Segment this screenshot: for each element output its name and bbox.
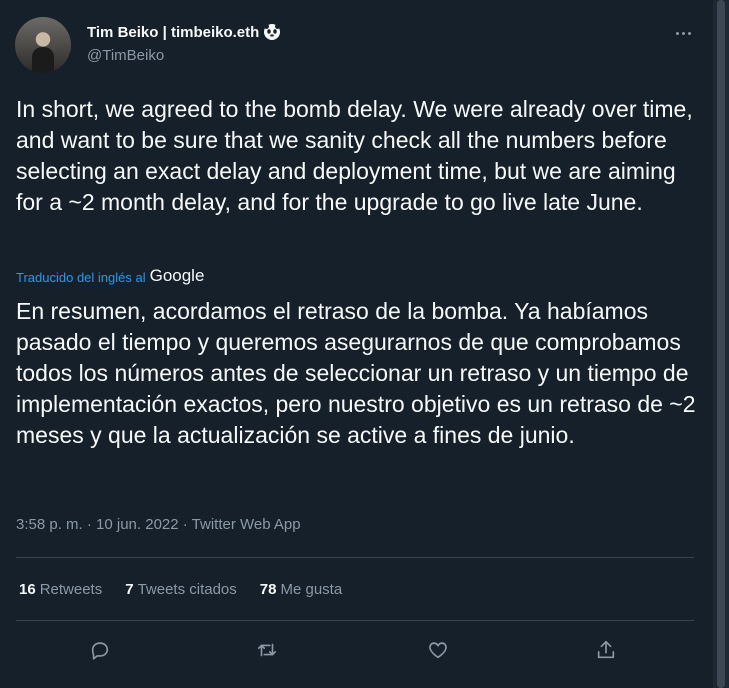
author-handle[interactable]: @TimBeiko [87, 47, 281, 64]
translated-text: En resumen, acordamos el retraso de la b… [16, 298, 696, 448]
retweets-stat[interactable]: 16 Retweets [19, 581, 102, 598]
retweet-icon [257, 643, 277, 657]
avatar[interactable] [15, 17, 71, 73]
translated-by[interactable]: Traducido del inglés al Google [16, 266, 205, 287]
reply-icon [91, 642, 109, 660]
scrollbar[interactable] [713, 0, 729, 688]
more-button[interactable] [668, 23, 698, 43]
divider [16, 620, 694, 621]
tweet-stats: 16 Retweets 7 Tweets citados 78 Me gusta [19, 581, 342, 598]
tweet-detail: Tim Beiko | timbeiko.eth @TimBeiko In sh… [0, 0, 713, 688]
google-logo: Google [149, 266, 205, 285]
retweet-button[interactable] [253, 636, 281, 664]
like-button[interactable] [424, 636, 452, 664]
scrollbar-thumb[interactable] [717, 0, 725, 688]
translated-label[interactable]: Traducido del inglés al [16, 270, 146, 285]
share-icon [597, 640, 615, 659]
likes-stat[interactable]: 78 Me gusta [260, 581, 342, 598]
divider [16, 557, 694, 558]
reply-button[interactable] [86, 636, 114, 664]
author-name-row[interactable]: Tim Beiko | timbeiko.eth [87, 22, 281, 42]
more-icon [675, 31, 679, 35]
author-block: Tim Beiko | timbeiko.eth @TimBeiko [87, 22, 281, 64]
share-button[interactable] [592, 636, 620, 664]
like-icon [429, 642, 447, 659]
display-name[interactable]: Tim Beiko | timbeiko.eth [87, 24, 259, 41]
tweet-timestamp[interactable]: 3:58 p. m. · 10 jun. 2022 · Twitter Web … [16, 516, 301, 533]
tweet-text: In short, we agreed to the bomb delay. W… [16, 96, 693, 215]
panda-icon [264, 24, 281, 40]
tweet-actions [16, 636, 694, 666]
quotes-stat[interactable]: 7 Tweets citados [125, 581, 237, 598]
